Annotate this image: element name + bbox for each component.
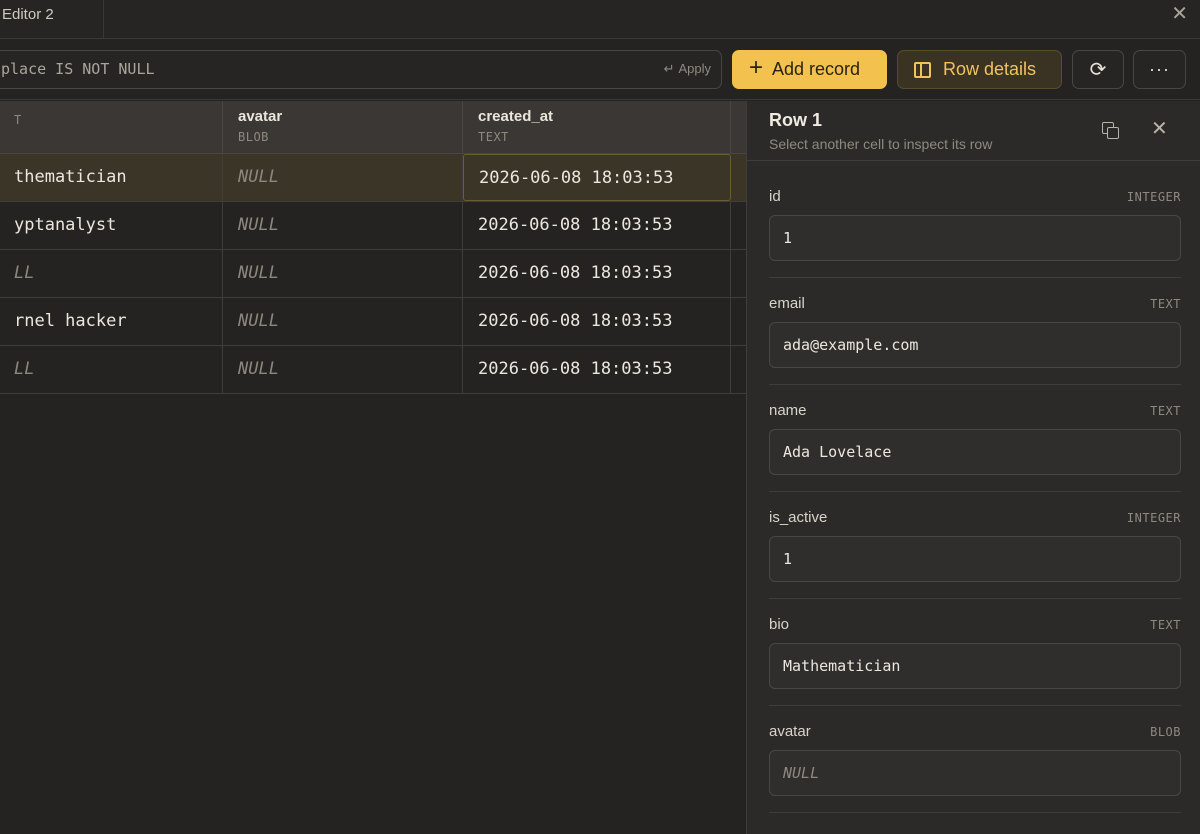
apply-filter-button[interactable]: ↵ Apply [664, 61, 711, 77]
field-value-input[interactable]: NULL [769, 750, 1181, 796]
field-value-input[interactable]: 1 [769, 536, 1181, 582]
divider [769, 812, 1181, 813]
field-label: is_active [769, 509, 828, 526]
field-value-input[interactable]: 1 [769, 215, 1181, 261]
field-label: bio [769, 616, 790, 633]
column-type: BLOB [238, 130, 269, 144]
table-cell[interactable]: 2026-06-08 18:03:53 [463, 154, 731, 201]
inspector-title: Row 1 [769, 110, 823, 130]
field-label: id [769, 188, 781, 205]
close-inspector-icon[interactable]: ✕ [1151, 119, 1168, 139]
table-row[interactable]: thematician NULL 2026-06-08 18:03:53 [0, 154, 746, 202]
plus-icon: + [749, 54, 764, 81]
row-details-label: Row details [943, 59, 1037, 79]
table-cell[interactable]: 2026-06-08 18:03:53 [463, 202, 731, 249]
more-icon: ··· [1149, 59, 1170, 79]
column-name: avatar [238, 108, 283, 125]
field-label: email [769, 295, 805, 312]
column-name: created_at [478, 108, 554, 125]
grid-header: T avatar BLOB created_at TEXT [0, 101, 746, 154]
apply-label: Apply [678, 61, 711, 76]
table-row[interactable]: LL NULL 2026-06-08 18:03:53 [0, 346, 746, 394]
divider [769, 705, 1181, 706]
table-cell[interactable]: NULL [223, 298, 463, 345]
column-header[interactable]: T [0, 101, 223, 154]
table-cell[interactable]: NULL [223, 202, 463, 249]
inspector-header: Row 1 Select another cell to inspect its… [747, 101, 1200, 161]
add-record-button[interactable]: + Add record [732, 50, 887, 89]
table-cell[interactable] [731, 250, 746, 297]
table-cell[interactable]: 2026-06-08 18:03:53 [463, 250, 731, 297]
field-type: TEXT [1150, 297, 1181, 311]
tab-bar: Editor 2 ✕ [0, 0, 1200, 39]
row-inspector-panel: Row 1 Select another cell to inspect its… [746, 101, 1200, 834]
table-row[interactable]: LL NULL 2026-06-08 18:03:53 [0, 250, 746, 298]
more-button[interactable]: ··· [1133, 50, 1186, 89]
table-cell[interactable]: NULL [223, 250, 463, 297]
table-row[interactable]: yptanalyst NULL 2026-06-08 18:03:53 [0, 202, 746, 250]
divider [769, 277, 1181, 278]
data-grid: T avatar BLOB created_at TEXT thematicia… [0, 101, 746, 834]
table-cell[interactable]: thematician [0, 154, 223, 201]
add-record-label: Add record [772, 59, 861, 79]
table-cell[interactable]: rnel hacker [0, 298, 223, 345]
field-type: TEXT [1150, 618, 1181, 632]
divider [769, 384, 1181, 385]
table-cell[interactable]: NULL [223, 346, 463, 393]
toolbar: place IS NOT NULL ↵ Apply + Add record Ro… [0, 39, 1200, 100]
column-header-created-at[interactable]: created_at TEXT [463, 101, 731, 154]
field-value-input[interactable]: Mathematician [769, 643, 1181, 689]
field-type: INTEGER [1126, 190, 1181, 204]
filter-input[interactable]: place IS NOT NULL [0, 51, 631, 88]
table-cell[interactable] [731, 346, 746, 393]
divider [769, 598, 1181, 599]
tab-editor-2[interactable]: Editor 2 [0, 0, 104, 39]
table-cell[interactable]: NULL [223, 154, 463, 201]
column-type: T [14, 113, 22, 127]
copy-icon[interactable] [1102, 122, 1120, 140]
side-panel-icon [914, 61, 931, 78]
divider [769, 491, 1181, 492]
filter-box: place IS NOT NULL ↵ Apply [0, 50, 722, 89]
column-header-avatar[interactable]: avatar BLOB [223, 101, 463, 154]
table-cell[interactable]: LL [0, 346, 223, 393]
field-label: avatar [769, 723, 811, 740]
inspector-subtitle: Select another cell to inspect its row [769, 136, 993, 152]
field-type: BLOB [1150, 725, 1181, 739]
table-cell[interactable]: yptanalyst [0, 202, 223, 249]
table-row[interactable]: rnel hacker NULL 2026-06-08 18:03:53 [0, 298, 746, 346]
enter-icon: ↵ [663, 61, 675, 76]
field-label: name [769, 402, 807, 419]
refresh-icon: ⟳ [1089, 59, 1107, 81]
window-close-icon[interactable]: ✕ [1171, 4, 1188, 24]
table-cell[interactable] [731, 202, 746, 249]
field-value-input[interactable]: ada@example.com [769, 322, 1181, 368]
table-cell[interactable]: 2026-06-08 18:03:53 [463, 298, 731, 345]
table-cell[interactable] [731, 154, 746, 201]
field-type: INTEGER [1126, 511, 1181, 525]
field-value-input[interactable]: Ada Lovelace [769, 429, 1181, 475]
table-cell[interactable]: 2026-06-08 18:03:53 [463, 346, 731, 393]
row-details-button[interactable]: Row details [897, 50, 1062, 89]
table-cell[interactable]: LL [0, 250, 223, 297]
refresh-button[interactable]: ⟳ [1072, 50, 1124, 89]
column-type: TEXT [478, 130, 509, 144]
field-type: TEXT [1150, 404, 1181, 418]
table-cell[interactable] [731, 298, 746, 345]
